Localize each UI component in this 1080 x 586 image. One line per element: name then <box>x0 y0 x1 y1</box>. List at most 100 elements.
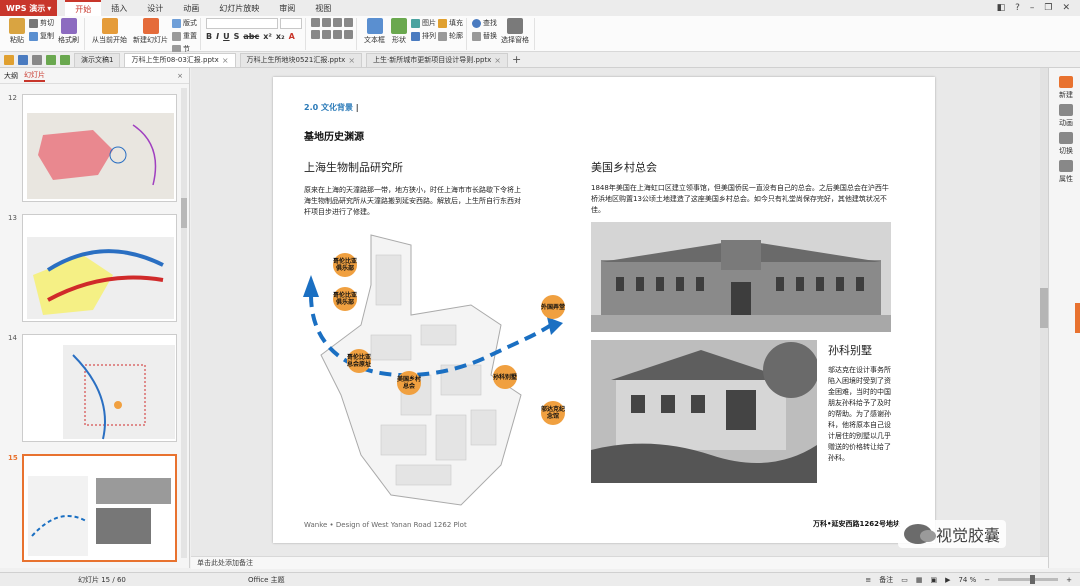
canvas-scrollbar[interactable] <box>1040 68 1048 556</box>
redo-icon[interactable] <box>60 54 70 65</box>
undo-icon[interactable] <box>46 54 56 65</box>
zoom-out-icon[interactable]: − <box>984 576 990 584</box>
zoom-slider[interactable] <box>998 575 1059 584</box>
copy-icon <box>29 31 38 41</box>
doc-tab-1[interactable]: 演示文稿1 <box>74 52 121 67</box>
doc-tab-3[interactable]: 万科上生所地块0521汇报.pptx × <box>239 52 363 67</box>
tab-insert[interactable]: 插入 <box>101 0 137 16</box>
help-icon[interactable]: ? <box>1015 3 1020 13</box>
close-tab-icon[interactable]: × <box>222 56 229 65</box>
chevron-down-icon: ▾ <box>47 3 52 13</box>
new-tab-icon[interactable]: + <box>512 53 521 66</box>
task-properties[interactable]: 属性 <box>1053 160 1079 184</box>
font-color-icon[interactable]: A <box>289 32 295 41</box>
bold-icon[interactable]: B <box>206 32 212 41</box>
task-new[interactable]: 新建 <box>1053 76 1079 100</box>
text-box-button[interactable]: 文本框 <box>362 18 387 50</box>
skin-icon[interactable]: ◧ <box>997 3 1006 13</box>
shadow-icon[interactable]: S <box>234 32 240 41</box>
outline-label: 轮廓 <box>449 32 463 40</box>
select-pane-button[interactable]: 选择窗格 <box>499 18 531 50</box>
picture-button[interactable]: 图片 <box>411 18 436 28</box>
task-transition-label: 切换 <box>1059 147 1073 155</box>
tab-slideshow[interactable]: 幻灯片放映 <box>209 0 269 16</box>
from-current-label: 从当前开始 <box>92 36 127 44</box>
doc-tab-label: 演示文稿1 <box>81 56 114 64</box>
minimize-icon[interactable]: – <box>1030 3 1035 13</box>
open-icon[interactable] <box>4 54 14 65</box>
align-center-icon[interactable] <box>322 30 331 39</box>
tab-slides[interactable]: 幻灯片 <box>24 70 45 82</box>
reset-button[interactable]: 重置 <box>172 31 197 41</box>
new-slide-button[interactable]: 新建幻灯片 <box>131 18 170 50</box>
numbering-icon[interactable] <box>322 18 331 27</box>
copy-button[interactable]: 复制 <box>29 31 54 41</box>
fill-icon <box>438 18 447 28</box>
shape-icon <box>391 18 407 34</box>
reading-view-icon[interactable]: ▣ <box>930 576 937 584</box>
task-animation[interactable]: 动画 <box>1053 104 1079 128</box>
sorter-view-icon[interactable]: ▦ <box>916 576 923 584</box>
zoom-in-icon[interactable]: + <box>1066 576 1072 584</box>
slide-panel-scrollbar[interactable] <box>181 88 187 558</box>
close-tab-icon[interactable]: × <box>494 56 501 65</box>
shape-button[interactable]: 形状 <box>389 18 409 50</box>
close-tab-icon[interactable]: × <box>348 56 355 65</box>
align-left-icon[interactable] <box>311 30 320 39</box>
tab-home[interactable]: 开始 <box>65 0 102 16</box>
bullets-icon[interactable] <box>311 18 320 27</box>
new-slide-label: 新建幻灯片 <box>133 36 168 44</box>
tab-view[interactable]: 视图 <box>305 0 341 16</box>
align-right-icon[interactable] <box>333 30 342 39</box>
notes-toggle-label[interactable]: 备注 <box>879 575 893 585</box>
tab-animation[interactable]: 动画 <box>173 0 209 16</box>
superscript-icon[interactable]: x² <box>263 32 272 41</box>
document-tab-strip: 演示文稿1 万科上生所08-03汇报.pptx × 万科上生所地块0521汇报.p… <box>0 52 1080 68</box>
from-current-button[interactable]: 从当前开始 <box>90 18 129 50</box>
layout-button[interactable]: 版式 <box>172 18 197 28</box>
strikethrough-icon[interactable]: abc <box>243 32 259 41</box>
doc-tab-4[interactable]: 上生·新所城市更新项目设计导则.pptx × <box>366 52 508 67</box>
current-slide[interactable]: 2.0 文化背景 | 基地历史渊源 上海生物制品研究所 原来在上海的天潼路那一带… <box>273 77 935 543</box>
ribbon: 粘贴 剪切 复制 格式刷 从当前开始 新建幻灯片 版式 重置 节 B I U S… <box>0 16 1080 54</box>
notes-area[interactable]: 单击此处添加备注 <box>191 556 1048 569</box>
replace-button[interactable]: 替换 <box>472 31 497 41</box>
print-icon[interactable] <box>32 54 42 65</box>
close-icon[interactable]: ✕ <box>1062 3 1070 13</box>
underline-icon[interactable]: U <box>223 32 230 41</box>
italic-icon[interactable]: I <box>216 32 219 41</box>
slide-panel: 大纲 幻灯片 × 12 13 14 15 <box>0 68 190 568</box>
tab-review[interactable]: 审阅 <box>269 0 305 16</box>
fill-button[interactable]: 填充 <box>438 18 463 28</box>
map-tag-american-club: 美国乡村总会 <box>397 371 421 395</box>
layout-label: 版式 <box>183 19 197 27</box>
justify-icon[interactable] <box>344 30 353 39</box>
theme-name: Office 主题 <box>248 575 285 584</box>
wps-app-button[interactable]: WPS 演示 ▾ <box>0 0 58 16</box>
outline-button[interactable]: 轮廓 <box>438 31 463 41</box>
arrange-button[interactable]: 排列 <box>411 31 436 41</box>
task-animation-label: 动画 <box>1059 119 1073 127</box>
restore-icon[interactable]: ❐ <box>1044 3 1052 13</box>
doc-tab-2[interactable]: 万科上生所08-03汇报.pptx × <box>124 52 236 67</box>
subscript-icon[interactable]: x₂ <box>276 32 285 41</box>
font-family-select[interactable] <box>206 18 278 29</box>
save-icon[interactable] <box>18 54 28 65</box>
notes-toggle-icon[interactable]: ≡ <box>865 576 871 584</box>
indent-icon[interactable] <box>333 18 342 27</box>
panel-handle[interactable] <box>1075 303 1080 333</box>
tab-outline[interactable]: 大纲 <box>4 71 18 81</box>
close-icon[interactable]: × <box>177 72 183 80</box>
format-painter-button[interactable]: 格式刷 <box>56 18 81 50</box>
slideshow-icon[interactable]: ▶ <box>945 576 950 584</box>
find-button[interactable]: 查找 <box>472 18 497 28</box>
cut-label: 剪切 <box>40 19 54 27</box>
replace-label: 替换 <box>483 32 497 40</box>
font-size-select[interactable] <box>280 18 302 29</box>
line-spacing-icon[interactable] <box>344 18 353 27</box>
task-transition[interactable]: 切换 <box>1053 132 1079 156</box>
normal-view-icon[interactable]: ▭ <box>901 576 908 584</box>
paste-button[interactable]: 粘贴 <box>7 18 27 50</box>
tab-design[interactable]: 设计 <box>137 0 173 16</box>
cut-button[interactable]: 剪切 <box>29 18 54 28</box>
